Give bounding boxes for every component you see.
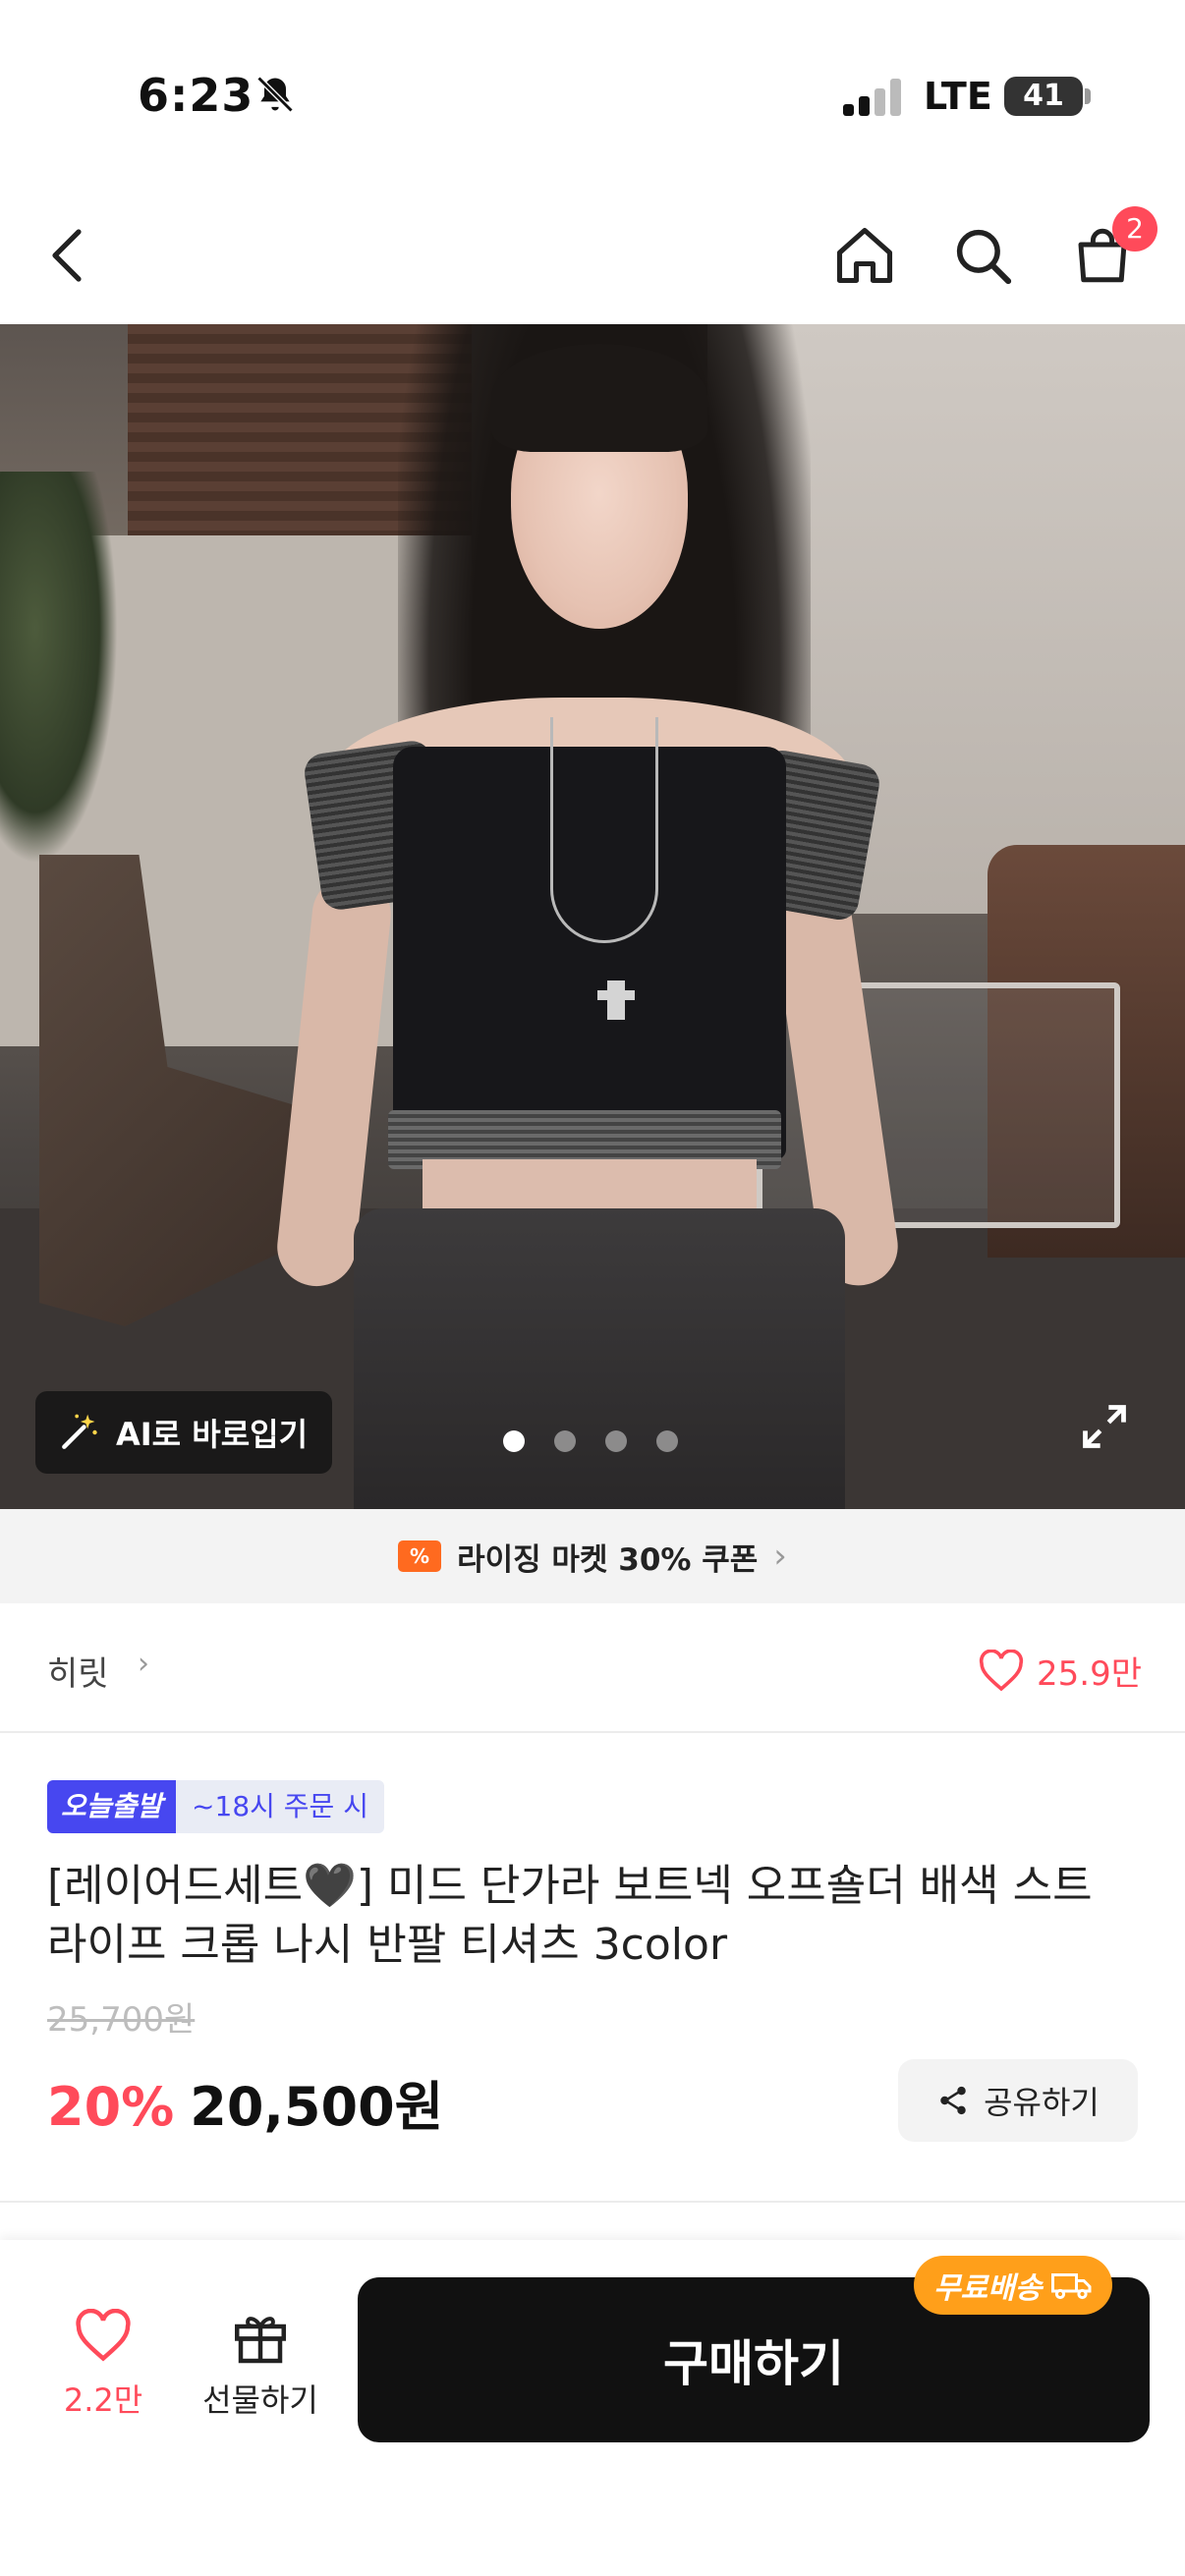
bottom-action-bar: 2.2만 선물하기 구매하기 무료배송: [0, 2240, 1185, 2576]
back-button[interactable]: [29, 216, 108, 295]
signal-icon: [843, 77, 904, 116]
pagination-dot[interactable]: [605, 1430, 627, 1452]
coupon-text: 라이징 마켓 30% 쿠폰: [457, 1541, 759, 1578]
expand-icon[interactable]: [1079, 1401, 1130, 1452]
cart-count-badge: 2: [1112, 206, 1157, 252]
share-label: 공유하기: [984, 2084, 1100, 2121]
search-button[interactable]: [943, 216, 1022, 295]
product-title: [레이어드세트🖤] 미드 단가라 보트넥 오프숄더 배색 스트라이프 크롭 나시…: [47, 1861, 1093, 1970]
chevron-right-icon: ›: [138, 1647, 149, 1681]
pagination-dot[interactable]: [503, 1430, 525, 1452]
discount-rate: 20%: [47, 2076, 175, 2138]
home-icon: [836, 227, 893, 284]
sale-price: 20,500원: [190, 2076, 444, 2138]
photo-necklace: [550, 717, 658, 943]
magic-wand-icon: [62, 1414, 97, 1449]
share-button[interactable]: 공유하기: [898, 2059, 1138, 2142]
network-label: LTE: [924, 75, 992, 118]
order-cutoff-badge: ~18시 주문 시: [176, 1780, 384, 1833]
like-count: 2.2만: [63, 2381, 143, 2419]
photo-plant: [0, 472, 118, 865]
free-shipping-badge: 무료배송: [914, 2256, 1113, 2315]
photo-jeans: [354, 1208, 845, 1509]
share-icon: [940, 2086, 966, 2115]
search-icon: [956, 229, 1012, 285]
ai-try-on-label: AI로 바로입기: [116, 1416, 309, 1453]
status-time: 6:23: [138, 69, 254, 122]
price-row: 20% 20,500원: [47, 2063, 443, 2141]
brand-row: 히릿 › 25.9만: [0, 1603, 1185, 1731]
coupon-banner[interactable]: % 라이징 마켓 30% 쿠폰 ›: [0, 1509, 1185, 1603]
like-button[interactable]: 2.2만: [49, 2308, 157, 2421]
home-button[interactable]: [825, 216, 904, 295]
coupon-icon: %: [398, 1540, 442, 1572]
pagination-dot[interactable]: [656, 1430, 678, 1452]
brand-like-count: 25.9만: [1037, 1654, 1142, 1694]
top-nav: [0, 187, 1185, 324]
pagination-dot[interactable]: [554, 1430, 576, 1452]
shipping-badges: 오늘출발 ~18시 주문 시: [47, 1780, 384, 1833]
battery-cap: [1085, 88, 1091, 104]
heart-icon: [979, 1649, 1024, 1691]
heart-icon: [76, 2308, 131, 2362]
image-pagination: [503, 1430, 678, 1452]
brand-like-button[interactable]: 25.9만: [978, 1647, 1142, 1695]
status-bar: 6:23 LTE 41: [0, 0, 1185, 187]
free-shipping-label: 무료배송: [933, 2271, 1043, 2306]
original-price: 25,700원: [47, 2000, 196, 2040]
truck-icon: [1051, 2273, 1092, 2300]
today-shipping-badge: 오늘출발: [47, 1780, 177, 1833]
gift-button[interactable]: 선물하기: [187, 2309, 334, 2421]
gift-label: 선물하기: [202, 2381, 318, 2419]
product-image[interactable]: [0, 324, 1185, 1509]
divider: [0, 2201, 1185, 2203]
divider: [0, 1731, 1185, 1733]
ai-try-on-button[interactable]: AI로 바로입기: [35, 1391, 332, 1474]
chevron-left-icon: [52, 229, 82, 282]
gift-icon: [235, 2317, 286, 2364]
photo-cross-pendant: [597, 980, 635, 1020]
chevron-right-icon: ›: [773, 1537, 787, 1576]
brand-name-link[interactable]: 히릿: [47, 1647, 109, 1695]
photo-bangs: [491, 344, 707, 452]
battery-icon: 41: [1004, 77, 1083, 116]
bell-off-icon: [256, 76, 294, 113]
